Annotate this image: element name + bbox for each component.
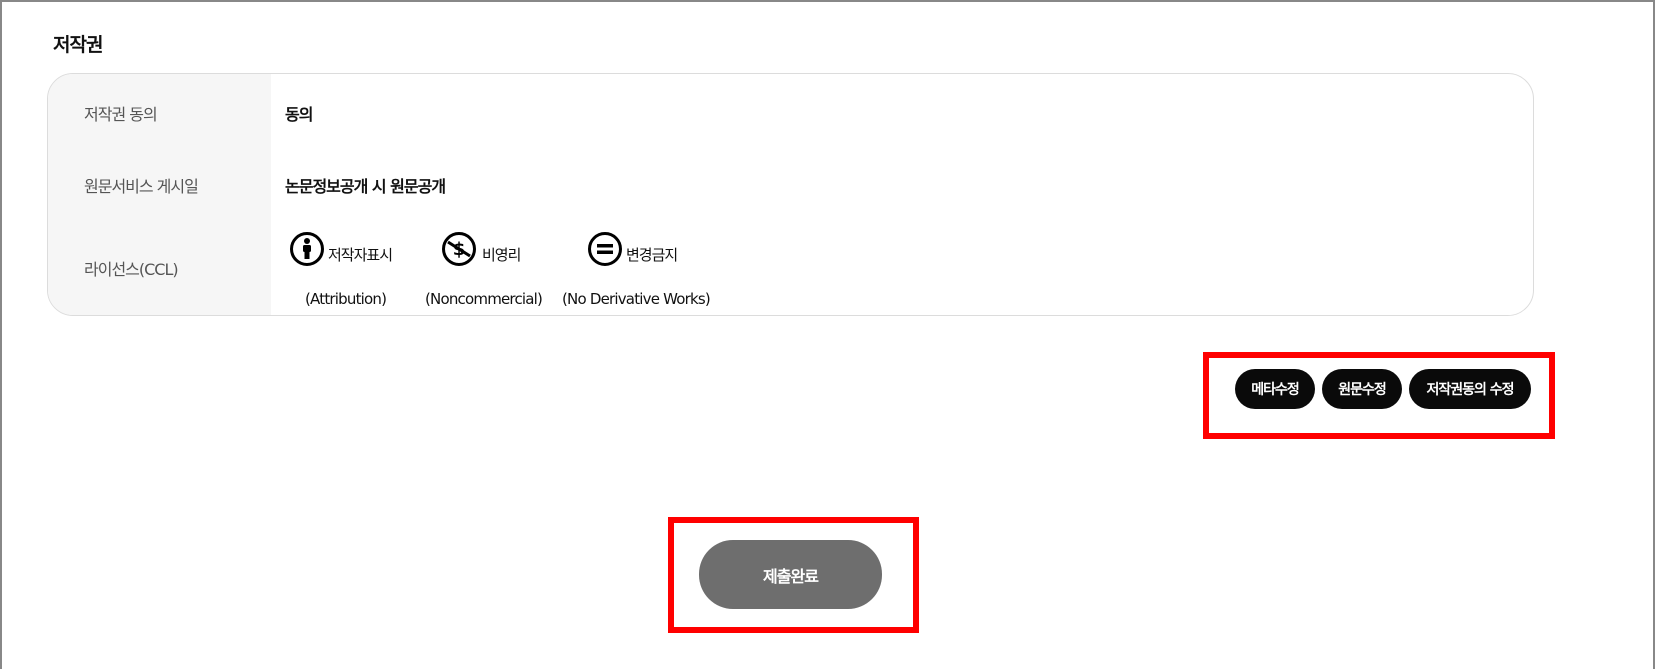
- meta-edit-button[interactable]: 메타수정: [1235, 369, 1315, 409]
- license-name-noncommercial: 비영리: [482, 246, 521, 264]
- license-en-noncommercial: (Noncommercial): [425, 290, 543, 308]
- no-derivatives-icon: [588, 232, 622, 266]
- license-en-attribution: (Attribution): [305, 290, 387, 308]
- row-value-posting-date: 논문정보공개 시 원문공개: [285, 177, 446, 196]
- row-label-posting-date: 원문서비스 게시일: [84, 177, 199, 196]
- license-en-no-derivatives: (No Derivative Works): [562, 290, 711, 308]
- copyright-consent-edit-button[interactable]: 저작권동의 수정: [1409, 369, 1531, 409]
- fulltext-edit-button[interactable]: 원문수정: [1322, 369, 1402, 409]
- row-label-consent: 저작권 동의: [84, 105, 158, 124]
- license-name-no-derivatives: 변경금지: [626, 246, 678, 264]
- attribution-icon: [290, 232, 324, 266]
- license-name-attribution: 저작자표시: [328, 246, 393, 264]
- noncommercial-icon: $: [442, 232, 476, 266]
- section-title: 저작권: [53, 34, 103, 56]
- submit-complete-button[interactable]: 제출완료: [699, 540, 882, 609]
- row-value-consent: 동의: [285, 105, 313, 124]
- copyright-info-box: 저작권 동의 동의 원문서비스 게시일 논문정보공개 시 원문공개 라이선스(C…: [47, 73, 1534, 316]
- row-label-license: 라이선스(CCL): [84, 260, 179, 279]
